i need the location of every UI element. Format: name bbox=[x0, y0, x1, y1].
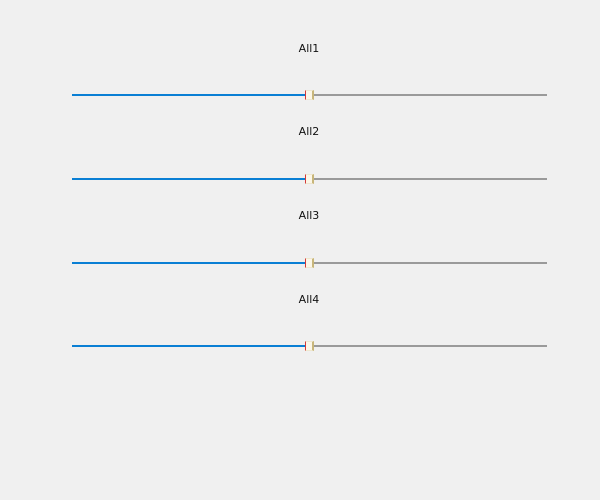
slider-filled-track bbox=[72, 345, 305, 347]
slider-thumb[interactable] bbox=[305, 258, 314, 268]
slider-filled-track bbox=[72, 262, 305, 264]
slider-filled-track bbox=[72, 94, 305, 96]
slider-filled-track bbox=[72, 178, 305, 180]
slider-thumb[interactable] bbox=[305, 174, 314, 184]
slider-all4[interactable] bbox=[72, 340, 547, 352]
slider-thumb[interactable] bbox=[305, 341, 314, 351]
slider-empty-track bbox=[314, 178, 547, 180]
slider-all3[interactable] bbox=[72, 257, 547, 269]
slider-thumb[interactable] bbox=[305, 90, 314, 100]
slider-empty-track bbox=[314, 94, 547, 96]
slider-label-all2: All2 bbox=[298, 125, 320, 138]
slider-all1[interactable] bbox=[72, 89, 547, 101]
slider-empty-track bbox=[314, 262, 547, 264]
slider-all2[interactable] bbox=[72, 173, 547, 185]
slider-label-all4: All4 bbox=[298, 293, 320, 306]
slider-panel: All1 All2 All3 All4 bbox=[0, 0, 600, 500]
slider-label-all3: All3 bbox=[298, 209, 320, 222]
slider-empty-track bbox=[314, 345, 547, 347]
slider-label-all1: All1 bbox=[298, 42, 320, 55]
